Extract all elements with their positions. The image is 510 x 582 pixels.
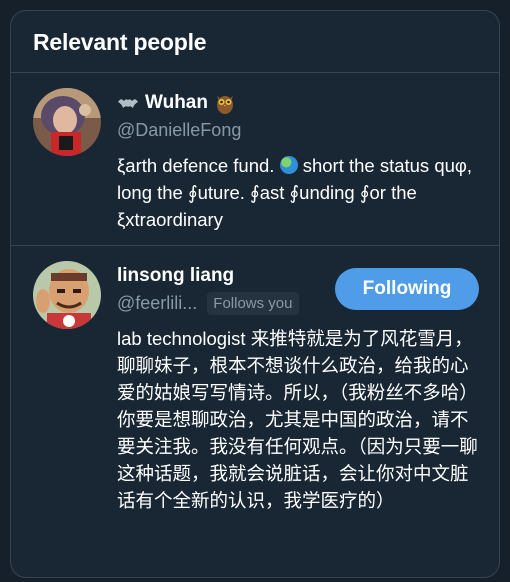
person-item[interactable]: Wuhan @DanielleFong ξarth defence fund. …: [11, 73, 499, 246]
person-info: Wuhan @DanielleFong ξarth defence fund. …: [117, 90, 481, 233]
user-bio: ξarth defence fund. short the status quφ…: [117, 152, 481, 233]
user-handle[interactable]: @DanielleFong: [117, 120, 241, 141]
avatar[interactable]: [33, 88, 101, 156]
name-row: Wuhan: [117, 90, 481, 116]
handle-row: @DanielleFong: [117, 118, 481, 142]
user-bio: lab technologist 来推特就是为了风花雪月，聊聊妹子，根本不想谈什…: [117, 328, 478, 511]
section-title: Relevant people: [33, 29, 207, 55]
globe-icon: [279, 156, 298, 174]
bat-icon: [117, 92, 139, 114]
follows-you-badge: Follows you: [207, 291, 299, 315]
user-handle[interactable]: @feerlili...: [117, 293, 197, 314]
following-button[interactable]: Following: [335, 268, 479, 310]
owl-icon: [214, 92, 236, 114]
relevant-people-card: Relevant people Wuhan @DanielleFong ξart…: [10, 10, 500, 578]
display-name[interactable]: linsong liang: [117, 265, 234, 287]
display-name[interactable]: Wuhan: [145, 92, 208, 114]
person-item[interactable]: linsong liang @feerlili... Follows you l…: [11, 246, 499, 577]
bio-text: ξarth defence fund.: [117, 155, 275, 176]
avatar[interactable]: [33, 261, 101, 329]
card-header: Relevant people: [11, 11, 499, 73]
